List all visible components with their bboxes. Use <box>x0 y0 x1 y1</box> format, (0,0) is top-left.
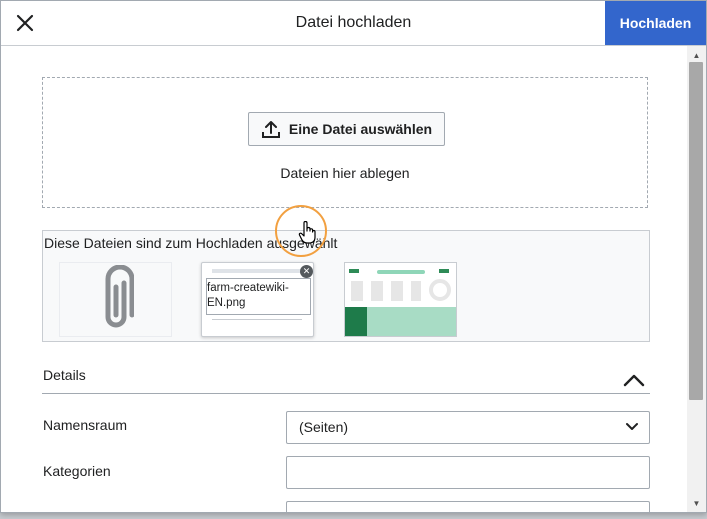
thumbnail-gear <box>429 279 451 301</box>
selected-files-panel: Diese Dateien sind zum Hochladen ausgewä… <box>42 230 650 342</box>
select-file-button[interactable]: Eine Datei auswählen <box>248 112 445 146</box>
namespace-label: Namensraum <box>43 417 128 433</box>
next-field-input[interactable] <box>286 501 650 512</box>
dialog-header: Datei hochladen Hochladen <box>1 1 706 46</box>
drop-zone[interactable]: Eine Datei auswählen Dateien hier ablege… <box>42 77 648 208</box>
thumbnail-green-panel <box>345 307 367 336</box>
details-toggle[interactable] <box>620 370 648 390</box>
namespace-select[interactable]: (Seiten) <box>286 411 650 444</box>
tooltip-filename-line2: EN.png <box>207 297 246 309</box>
upload-dialog: Datei hochladen Hochladen Eine Datei aus… <box>0 0 707 513</box>
thumbnail-logo <box>349 269 359 273</box>
paperclip-icon <box>105 264 134 327</box>
select-file-label: Eine Datei auswählen <box>288 121 433 137</box>
file-thumbnail-farm-createwiki[interactable]: farm-createwiki- EN.png ✕ <box>201 262 314 337</box>
scrollbar[interactable]: ▲ ▼ <box>687 46 706 512</box>
tooltip-filename-line1: farm-createwiki- <box>207 282 289 294</box>
namespace-value: (Seiten) <box>299 419 349 435</box>
close-icon <box>16 14 34 32</box>
close-button[interactable] <box>9 7 41 39</box>
hand-cursor-icon <box>298 221 316 244</box>
upload-button[interactable]: Hochladen <box>605 1 706 45</box>
remove-icon[interactable]: ✕ <box>300 265 313 278</box>
chevron-up-icon <box>623 374 645 387</box>
chevron-down-icon <box>626 423 638 430</box>
dialog-content: Eine Datei auswählen Dateien hier ablege… <box>1 46 687 512</box>
scrollbar-thumb[interactable] <box>689 62 703 400</box>
file-thumbnail-attachment[interactable] <box>59 262 172 337</box>
scroll-down-icon[interactable]: ▼ <box>687 496 706 510</box>
drop-hint: Dateien hier ablegen <box>280 165 410 181</box>
thumbnail-search-bar <box>377 270 425 274</box>
thumbnail-preview-line <box>212 269 302 273</box>
scroll-up-icon[interactable]: ▲ <box>687 48 706 62</box>
thumbnail-button <box>439 269 449 273</box>
file-thumbnail-screenshot[interactable] <box>344 262 457 337</box>
thumbnail-preview-line <box>212 319 302 320</box>
categories-input[interactable] <box>286 456 650 489</box>
categories-label: Kategorien <box>43 463 111 479</box>
selected-files-heading: Diese Dateien sind zum Hochladen ausgewä… <box>44 235 338 251</box>
thumbnail-text-block <box>351 281 421 301</box>
details-divider <box>42 393 650 394</box>
thumbnail-light-panel <box>367 307 456 336</box>
upload-icon <box>261 121 280 138</box>
details-label: Details <box>43 367 86 383</box>
filename-tooltip: farm-createwiki- EN.png <box>206 278 311 315</box>
dialog-title: Datei hochladen <box>295 14 412 31</box>
